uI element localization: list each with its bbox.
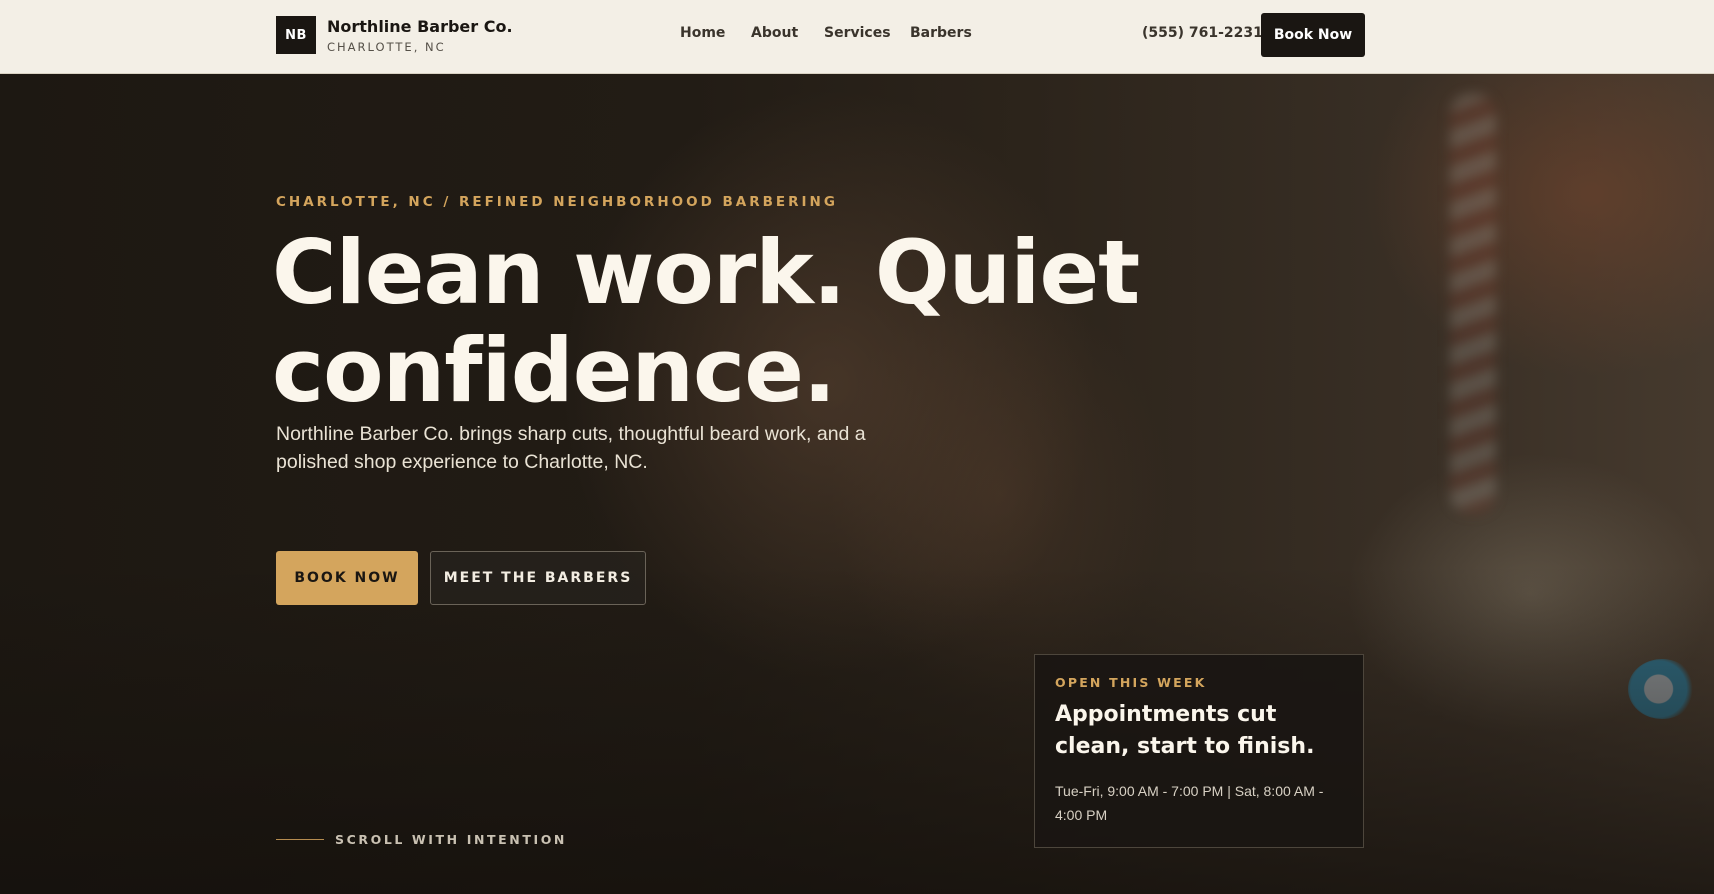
hero-section: CHARLOTTE, NC / REFINED NEIGHBORHOOD BAR…	[0, 74, 1714, 894]
hours-card-eyebrow: OPEN THIS WEEK	[1055, 675, 1207, 690]
hours-card: OPEN THIS WEEK Appointments cut clean, s…	[1034, 654, 1364, 848]
brand-name[interactable]: Northline Barber Co.	[327, 17, 513, 36]
brand-location: CHARLOTTE, NC	[327, 40, 446, 54]
hours-card-hours: Tue-Fri, 9:00 AM - 7:00 PM | Sat, 8:00 A…	[1055, 783, 1324, 823]
hero-overlay	[0, 74, 1714, 894]
book-now-button[interactable]: BOOK NOW	[276, 551, 418, 605]
nav-item-about[interactable]: About	[751, 25, 798, 41]
nav-item-home[interactable]: Home	[680, 25, 725, 41]
hero-eyebrow: CHARLOTTE, NC / REFINED NEIGHBORHOOD BAR…	[276, 194, 838, 210]
scroll-hint[interactable]: SCROLL WITH INTENTION	[335, 832, 567, 847]
scroll-indicator-line	[276, 839, 324, 840]
nav-item-services[interactable]: Services	[824, 25, 891, 41]
site-header: NB Northline Barber Co. CHARLOTTE, NC Ho…	[0, 0, 1714, 74]
hero-subtext: Northline Barber Co. brings sharp cuts, …	[276, 423, 866, 473]
nav-item-barbers[interactable]: Barbers	[910, 25, 972, 41]
book-now-header-button[interactable]: Book Now	[1261, 13, 1365, 57]
meet-the-barbers-button[interactable]: MEET THE BARBERS	[430, 551, 646, 605]
logo-mark[interactable]: NB	[276, 16, 316, 54]
hero-headline: Clean work. Quiet confidence.	[272, 221, 1140, 422]
hours-card-title: Appointments cut clean, start to finish.	[1055, 702, 1315, 759]
phone-link[interactable]: (555) 761-2231	[1142, 25, 1263, 41]
